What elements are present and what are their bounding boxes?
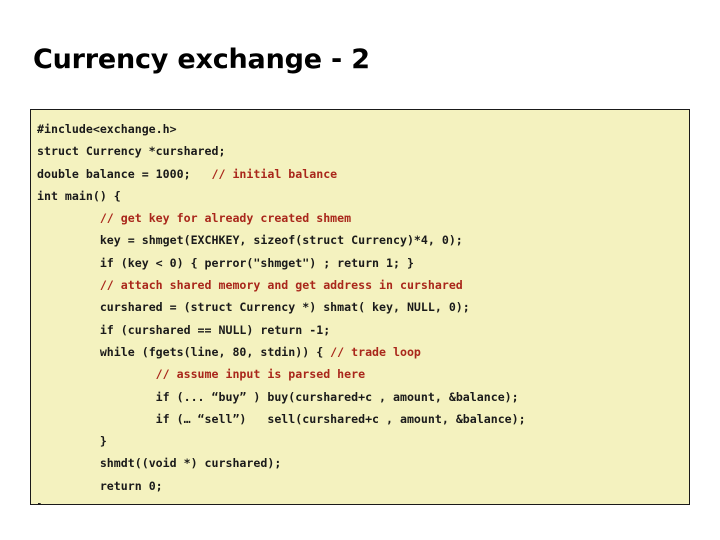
code-token: if (… “sell”) sell(curshared+c , amount,…	[155, 411, 526, 426]
code-line: }	[37, 430, 689, 452]
code-line: int main() {	[37, 185, 689, 207]
code-line: while (fgets(line, 80, stdin)) { // trad…	[37, 341, 689, 363]
code-line: key = shmget(EXCHKEY, sizeof(struct Curr…	[37, 229, 689, 251]
code-token: shmdt((void *) curshared);	[99, 456, 282, 471]
code-token: int main() {	[37, 188, 121, 203]
code-line: // get key for already created shmem	[37, 207, 689, 229]
code-token: }	[37, 501, 44, 504]
code-line: #include<exchange.h>	[37, 118, 689, 140]
code-block: #include<exchange.h> struct Currency *cur…	[30, 109, 690, 505]
code-line: return 0;	[37, 475, 689, 497]
code-token: return 0;	[99, 478, 163, 493]
code-comment: // attach shared memory and get address …	[99, 278, 463, 293]
code-token: if (... “buy” ) buy(curshared+c , amount…	[155, 389, 519, 404]
code-line: struct Currency *curshared;	[37, 140, 689, 162]
code-comment: // initial balance	[211, 166, 338, 181]
code-line: // attach shared memory and get address …	[37, 274, 689, 296]
code-token: }	[99, 434, 107, 449]
code-line: shmdt((void *) curshared);	[37, 452, 689, 474]
code-token: key = shmget(EXCHKEY, sizeof(struct Curr…	[99, 233, 463, 248]
code-comment: // assume input is parsed here	[155, 367, 366, 382]
code-line: curshared = (struct Currency *) shmat( k…	[37, 296, 689, 318]
code-line: if (key < 0) { perror("shmget") ; return…	[37, 252, 689, 274]
code-line: double balance = 1000; // initial balanc…	[37, 163, 689, 185]
code-token: if (key < 0) { perror("shmget") ; return…	[99, 255, 414, 270]
code-comment: // get key for already created shmem	[99, 211, 352, 226]
code-line: if (curshared == NULL) return -1;	[37, 319, 689, 341]
code-line: if (... “buy” ) buy(curshared+c , amount…	[37, 386, 689, 408]
code-token: struct Currency *curshared;	[37, 144, 226, 159]
code-comment: // trade loop	[330, 344, 421, 359]
code-token: #include<exchange.h>	[37, 122, 177, 136]
slide-canvas: Currency exchange - 2 #include<exchange.…	[0, 0, 720, 540]
code-token: double balance = 1000;	[37, 166, 212, 181]
code-listing: #include<exchange.h> struct Currency *cur…	[37, 118, 689, 504]
code-line: if (… “sell”) sell(curshared+c , amount,…	[37, 408, 689, 430]
code-token: if (curshared == NULL) return -1;	[99, 322, 331, 337]
page-title: Currency exchange - 2	[33, 44, 370, 75]
code-token: curshared = (struct Currency *) shmat( k…	[99, 300, 470, 315]
code-line: }	[37, 497, 689, 504]
code-line: // assume input is parsed here	[37, 363, 689, 385]
code-token: while (fgets(line, 80, stdin)) {	[99, 344, 331, 359]
